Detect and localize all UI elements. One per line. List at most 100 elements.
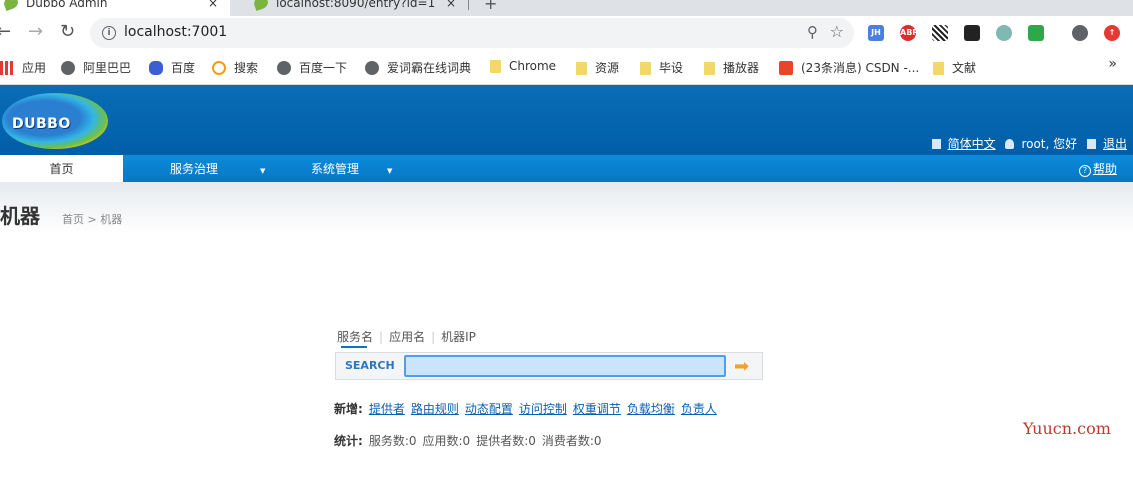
menu-label: 服务治理 [170,162,219,176]
user-greeting-text: root, 您好 [1021,137,1078,151]
bookmark-iciba[interactable]: 爱词霸在线词典 [365,59,471,76]
stats-label: 统计: [334,434,363,448]
search-input[interactable] [404,355,726,377]
user-bar: 简体中文 root, 您好 退出 [926,135,1127,152]
tab-title: Dubbo Admin [26,0,108,10]
search-bar: SEARCH ➡ [335,352,763,380]
update-icon[interactable]: ↑ [1104,25,1120,41]
tab-title: localhost:8090/entry?id=1 [276,0,436,10]
menu-system-management[interactable]: 系统管理 ▼ [311,155,392,182]
user-greeting: root, 您好 [1005,137,1077,151]
address-bar[interactable]: i localhost:7001 ⚲ ☆ [90,18,854,48]
stat-service-count: 服务数:0 [368,434,417,448]
add-links-row: 新增: 提供者 路由规则 动态配置 访问控制 权重调节 负载均衡 负责人 [334,400,723,417]
help-icon: ? [1078,165,1091,177]
add-weight-link[interactable]: 权重调节 [573,402,621,416]
stat-consumer-count: 消费者数:0 [541,434,602,448]
search-tab-machine-ip[interactable]: 机器IP [441,330,476,344]
bookmark-chrome[interactable]: Chrome [490,59,556,73]
search-label: SEARCH [345,359,395,372]
search-zoom-icon[interactable]: ⚲ [807,23,818,41]
main-menu: 首页 服务治理 ▼ 系统管理 ▼ ? 帮助 [0,155,1133,182]
browser-tab-dubbo-admin[interactable]: Dubbo Admin × [0,0,230,16]
jh-extension-icon[interactable]: JH [868,25,884,41]
profile-avatar-icon[interactable] [1072,25,1088,41]
forward-icon[interactable]: → [28,21,43,42]
bookmark-search[interactable]: 搜索 [212,59,258,76]
site-info-icon[interactable]: i [102,26,116,40]
adblock-icon[interactable]: ABP [900,25,918,41]
help-text[interactable]: 帮助 [1093,162,1117,176]
bookmark-resources[interactable]: 资源 [576,59,619,76]
tab-separator [468,0,469,10]
language-switch[interactable]: 简体中文 [931,137,996,151]
add-provider-link[interactable]: 提供者 [369,402,405,416]
search-type-tabs: 服务名 | 应用名 | 机器IP [337,328,476,345]
dubbo-logo[interactable]: DUBBO [0,91,112,151]
dubbo-favicon-icon [2,0,20,12]
bookmark-star-icon[interactable]: ☆ [830,22,844,41]
add-owner-link[interactable]: 负责人 [681,402,717,416]
new-tab-button[interactable]: + [484,0,497,13]
tab-divider: | [379,330,384,344]
search-go-arrow-icon[interactable]: ➡ [734,356,749,377]
bookmark-csdn[interactable]: (23条消息) CSDN -... [779,59,919,76]
cat-extension-icon[interactable] [996,25,1012,41]
add-label: 新增: [334,402,363,416]
search-ring-icon [212,61,226,75]
language-link[interactable]: 简体中文 [948,137,996,151]
folder-icon [490,60,501,73]
baidu-paw-icon [149,61,163,75]
tab-divider: | [431,330,436,344]
add-access-control-link[interactable]: 访问控制 [519,402,567,416]
close-tab-icon[interactable]: × [208,0,218,14]
logout-button[interactable]: 退出 [1086,137,1127,151]
csdn-icon [779,61,793,75]
page-header: 机器 首页 > 机器 [0,182,1133,234]
browser-tab-entry[interactable]: localhost:8090/entry?id=1 × [240,0,468,16]
folder-icon [704,62,715,75]
bookmark-baidu[interactable]: 百度 [149,59,195,76]
add-route-rule-link[interactable]: 路由规则 [411,402,459,416]
dropdown-caret-icon: ▼ [260,167,266,175]
add-dynamic-config-link[interactable]: 动态配置 [465,402,513,416]
more-bookmarks-icon[interactable]: » [1108,56,1117,72]
logout-icon [1086,139,1096,149]
qr-code-icon[interactable] [932,25,948,41]
menu-home[interactable]: 首页 [0,155,123,182]
apps-grid-icon [0,61,14,75]
globe-icon [61,61,75,75]
bookmark-player[interactable]: 播放器 [704,59,759,76]
globe-icon [277,61,291,75]
folder-icon [933,62,944,75]
add-load-balance-link[interactable]: 负载均衡 [627,402,675,416]
browser-tab-strip: Dubbo Admin × localhost:8090/entry?id=1 … [0,0,1133,16]
bookmark-apps[interactable]: 应用 [0,59,46,76]
stat-provider-count: 提供者数:0 [476,434,536,448]
bookmark-baidu-yixia[interactable]: 百度一下 [277,59,347,76]
breadcrumb[interactable]: 首页 > 机器 [62,211,122,227]
watermark: Yuucn.com [1023,419,1111,438]
back-icon[interactable]: ← [0,21,11,42]
menu-service-governance[interactable]: 服务治理 ▼ [170,155,265,182]
search-tab-service-name[interactable]: 服务名 [337,330,373,344]
user-icon [1005,139,1015,149]
off-extension-icon[interactable] [1028,25,1044,41]
logout-link[interactable]: 退出 [1103,137,1127,151]
reload-icon[interactable]: ↻ [60,21,75,42]
bookmarks-bar: 应用 阿里巴巴 百度 搜索 百度一下 爱词霸在线词典 Chrome 资源 毕设 … [0,50,1133,85]
bookmark-alibaba[interactable]: 阿里巴巴 [61,59,131,76]
leaf-favicon-icon [252,0,270,12]
browser-toolbar: ← → ↻ i localhost:7001 ⚲ ☆ JH ABP ↑ [0,16,1133,50]
search-tab-app-name[interactable]: 应用名 [389,330,425,344]
dropdown-caret-icon: ▼ [387,167,393,175]
tampermonkey-icon[interactable] [964,25,980,41]
app-header: DUBBO 简体中文 root, 您好 退出 [0,85,1133,155]
close-tab-icon[interactable]: × [446,0,456,14]
url-text[interactable]: localhost:7001 [124,24,227,40]
folder-icon [640,62,651,75]
help-link[interactable]: ? 帮助 [1078,155,1117,183]
bookmark-papers[interactable]: 文献 [933,59,976,76]
logo-text: DUBBO [12,116,71,132]
bookmark-bishe[interactable]: 毕设 [640,59,683,76]
